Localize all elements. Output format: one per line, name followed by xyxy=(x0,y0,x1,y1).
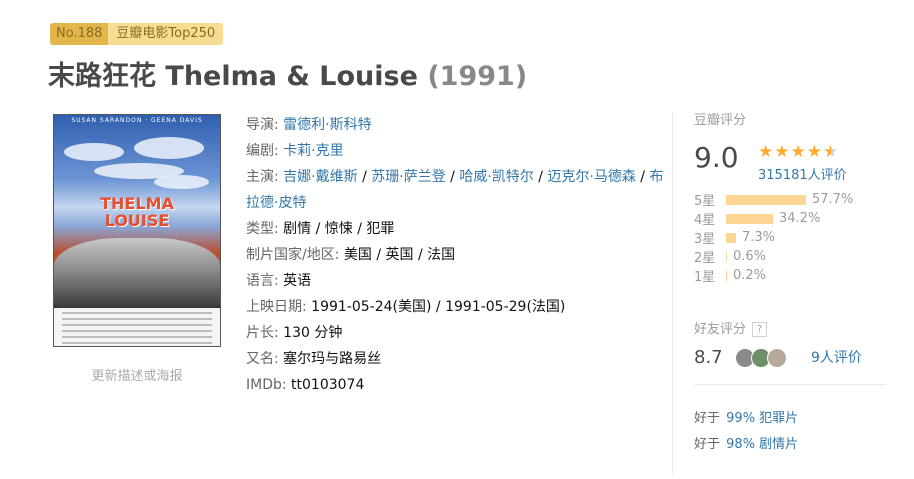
writer-label: 编剧: xyxy=(246,143,279,159)
cast-link[interactable]: 吉娜·戴维斯 xyxy=(283,169,357,185)
runtime-value: 130 分钟 xyxy=(283,325,343,341)
poster-car-illustration xyxy=(54,238,220,308)
rating-bar-percent: 57.7% xyxy=(812,192,854,207)
rating-bar-fill xyxy=(726,251,727,262)
country-value: 美国 / 英国 / 法国 xyxy=(343,247,456,263)
genre-value: 剧情 xyxy=(283,221,312,237)
rating-bar-percent: 7.3% xyxy=(742,230,776,245)
top250-badge[interactable]: No.188 豆瓣电影Top250 xyxy=(50,23,224,45)
movie-info: 导演: 雷德利·斯科特 编剧: 卡莉·克里 主演: 吉娜·戴维斯 / 苏珊·萨兰… xyxy=(246,112,666,398)
rating-votes-link[interactable]: 315181人评价 xyxy=(758,164,847,183)
top250-rank: No.188 xyxy=(50,23,109,45)
info-director: 导演: 雷德利·斯科特 xyxy=(246,112,666,138)
runtime-label: 片长: xyxy=(246,325,279,341)
rating-bar-label: 5星 xyxy=(694,194,716,209)
help-icon[interactable]: ? xyxy=(752,322,768,337)
rating-bar-label: 2星 xyxy=(694,251,716,266)
rating-bar-row[interactable]: 5星 57.7% xyxy=(694,190,886,209)
avatar[interactable] xyxy=(767,348,787,368)
friends-rating-label: 好友评分 xyxy=(694,322,747,337)
info-release-date: 上映日期: 1991-05-24(美国) / 1991-05-29(法国) xyxy=(246,299,566,315)
writer-link[interactable]: 卡莉·克里 xyxy=(283,143,343,159)
rating-bar-fill xyxy=(726,232,736,243)
better-than-item: 好于 98% 剧情片 xyxy=(694,432,798,458)
rating-score: 9.0 xyxy=(694,141,739,174)
info-country: 制片国家/地区: 美国 / 英国 / 法国 xyxy=(246,242,666,268)
page-title: 末路狂花 Thelma & Louise (1991) xyxy=(48,54,527,93)
better-than-link[interactable]: 98% 剧情片 xyxy=(726,437,798,452)
imdb-value: tt0103074 xyxy=(291,377,365,393)
rating-stars-icon: ★★★★★ xyxy=(758,142,840,162)
imdb-label: IMDb: xyxy=(246,377,287,393)
director-link[interactable]: 雷德利·斯科特 xyxy=(283,117,371,133)
cast-link[interactable]: 迈克尔·马德森 xyxy=(547,169,635,185)
info-aka: 又名: 塞尔玛与路易丝 xyxy=(246,346,666,372)
country-label: 制片国家/地区: xyxy=(246,247,340,263)
rating-summary: 9.0 ★★★★★ 315181人评价 xyxy=(694,140,886,184)
friend-avatars[interactable] xyxy=(735,348,787,368)
poster-credits-block xyxy=(54,308,220,346)
rating-bar-label: 4星 xyxy=(694,213,716,228)
genre-value: 犯罪 xyxy=(366,221,395,237)
rating-distribution: 5星 57.7% 4星 34.2% 3星 7.3% 2星 0.6% 1星 0.2… xyxy=(694,190,886,285)
info-genre: 类型: 剧情 / 惊悚 / 犯罪 xyxy=(246,221,395,237)
cast-link[interactable]: 哈威·凯特尔 xyxy=(459,169,533,185)
aka-value: 塞尔玛与路易丝 xyxy=(283,351,382,367)
genre-value: 惊悚 xyxy=(324,221,353,237)
info-language: 语言: 英语 xyxy=(246,268,666,294)
friends-rating-title: 好友评分? xyxy=(694,318,768,337)
rating-title: 豆瓣评分 xyxy=(694,113,747,128)
better-than-prefix: 好于 xyxy=(694,411,721,426)
info-imdb: IMDb: tt0103074 xyxy=(246,372,666,398)
cast-label: 主演: xyxy=(246,169,279,185)
language-value: 英语 xyxy=(283,273,312,289)
rating-bar-percent: 0.2% xyxy=(733,268,767,283)
director-label: 导演: xyxy=(246,117,279,133)
better-than-link[interactable]: 99% 犯罪片 xyxy=(726,411,798,426)
release-label: 上映日期: xyxy=(246,299,307,315)
info-writer: 编剧: 卡莉·克里 xyxy=(246,138,666,164)
aka-label: 又名: xyxy=(246,351,279,367)
release-date-value: 1991-05-29(法国) xyxy=(445,299,566,315)
poster-cast-line: SUSAN SARANDON · GEENA DAVIS xyxy=(71,117,203,124)
info-runtime: 片长: 130 分钟 xyxy=(246,320,666,346)
rating-bar-row[interactable]: 3星 7.3% xyxy=(694,228,886,247)
better-than-list: 好于 99% 犯罪片 好于 98% 剧情片 xyxy=(694,406,798,458)
rating-bar-label: 3星 xyxy=(694,232,716,247)
rating-bar-fill xyxy=(726,270,727,281)
better-than-prefix: 好于 xyxy=(694,437,721,452)
info-cast: 主演: 吉娜·戴维斯 / 苏珊·萨兰登 / 哈威·凯特尔 / 迈克尔·马德森 /… xyxy=(246,169,664,211)
movie-poster[interactable]: SUSAN SARANDON · GEENA DAVIS THELMA LOUI… xyxy=(53,114,221,347)
language-label: 语言: xyxy=(246,273,279,289)
rating-bar-fill xyxy=(726,194,806,205)
top250-label[interactable]: 豆瓣电影Top250 xyxy=(108,23,224,45)
rating-panel: 豆瓣评分 9.0 ★★★★★ 315181人评价 5星 57.7% 4星 34.… xyxy=(694,112,886,285)
friends-count-link[interactable]: 9人评价 xyxy=(811,346,862,370)
poster-film-title: THELMA LOUISE xyxy=(54,195,220,229)
update-poster-link[interactable]: 更新描述或海报 xyxy=(53,365,221,384)
rating-bar-label: 1星 xyxy=(694,270,716,285)
movie-title: 末路狂花 Thelma & Louise xyxy=(48,61,418,92)
rating-bar-percent: 0.6% xyxy=(733,249,767,264)
rating-bar-percent: 34.2% xyxy=(779,211,821,226)
release-date-value: 1991-05-24(美国) xyxy=(311,299,432,315)
column-divider xyxy=(672,112,673,474)
section-divider xyxy=(694,384,886,385)
poster-title-line-1: THELMA xyxy=(100,194,174,213)
rating-bar-row[interactable]: 1星 0.2% xyxy=(694,266,886,285)
movie-year: (1991) xyxy=(427,61,528,92)
rating-bar-fill xyxy=(726,213,773,224)
friends-score: 8.7 xyxy=(694,347,723,368)
genre-label: 类型: xyxy=(246,221,279,237)
cast-link[interactable]: 苏珊·萨兰登 xyxy=(371,169,445,185)
better-than-item: 好于 99% 犯罪片 xyxy=(694,406,798,432)
poster-title-line-2: LOUISE xyxy=(104,211,170,230)
rating-bar-row[interactable]: 2星 0.6% xyxy=(694,247,886,266)
rating-bar-row[interactable]: 4星 34.2% xyxy=(694,209,886,228)
